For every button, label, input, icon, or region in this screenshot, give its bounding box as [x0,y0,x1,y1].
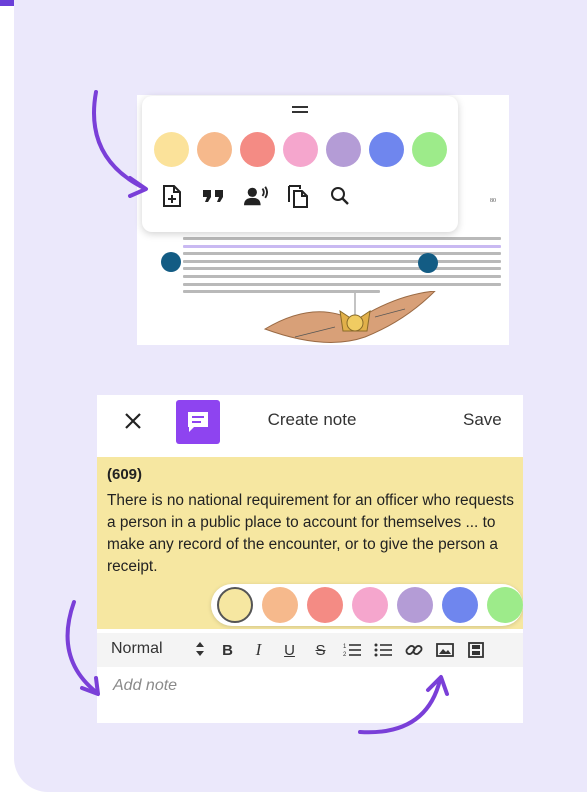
svg-text:2: 2 [343,652,347,658]
swatch-yellow[interactable] [154,132,189,167]
create-note-screen: Create note Save (609) There is no natio… [97,395,523,723]
note-icon [176,400,220,444]
image-icon[interactable] [434,639,455,661]
document-paragraph [183,237,501,298]
swatch-red[interactable] [240,132,275,167]
strikethrough-button[interactable]: S [310,639,331,661]
svg-text:1: 1 [343,644,347,650]
swatch-blue[interactable] [369,132,404,167]
swatch-pink[interactable] [352,587,388,623]
pointer-arrow-icon [92,90,148,198]
text-style-select[interactable]: Normal [111,640,163,658]
text-line [183,282,501,286]
swatch-green[interactable] [487,587,523,623]
quoted-text: There is no national requirement for an … [107,492,514,575]
selection-end-handle[interactable] [418,253,438,273]
close-icon[interactable] [121,409,145,433]
video-icon[interactable] [465,639,486,661]
text-line [183,267,501,271]
select-arrows-icon[interactable] [195,640,205,658]
pointer-arrow-icon [358,675,449,735]
formatting-toolbar: Normal B I U S 12 [97,633,523,667]
text-line [183,259,501,263]
text-line [183,274,501,278]
pointer-arrow-icon [65,600,100,696]
page-number-marker: 80 [490,198,496,204]
note-header: Create note Save [97,395,523,453]
toolbar-actions [160,184,352,208]
swatch-blue[interactable] [442,587,478,623]
swatch-purple[interactable] [326,132,361,167]
underline-button[interactable]: U [279,639,300,661]
link-icon[interactable] [403,639,424,661]
swatch-orange[interactable] [262,587,298,623]
bold-button[interactable]: B [217,639,238,661]
swatch-orange[interactable] [197,132,232,167]
selection-start-handle[interactable] [161,252,181,272]
quote-icon[interactable] [202,184,226,208]
highlight-toolbar [142,96,458,232]
text-line [183,237,501,240]
swatch-green[interactable] [412,132,447,167]
italic-button[interactable]: I [248,639,269,661]
swatch-purple[interactable] [397,587,433,623]
copy-icon[interactable] [286,184,310,208]
highlighted-text-line[interactable] [183,244,501,248]
starfish-diagram [263,291,436,343]
save-button[interactable]: Save [463,410,502,430]
page-title: Create note [267,410,357,429]
note-color-swatches [211,584,523,626]
swatch-red[interactable] [307,587,343,623]
read-aloud-icon[interactable] [244,184,268,208]
text-line [183,252,501,256]
swatch-yellow-selected[interactable] [217,587,253,623]
drag-handle[interactable] [292,106,308,115]
format-buttons: B I U S 12 [217,639,486,661]
add-note-icon[interactable] [160,184,184,208]
ordered-list-icon[interactable]: 12 [341,639,362,661]
bullet-list-icon[interactable] [372,639,393,661]
swatch-pink[interactable] [283,132,318,167]
search-icon[interactable] [328,184,352,208]
add-note-input[interactable]: Add note [113,677,177,695]
highlight-color-swatches [154,132,447,167]
page-reference: (609) [107,466,143,483]
